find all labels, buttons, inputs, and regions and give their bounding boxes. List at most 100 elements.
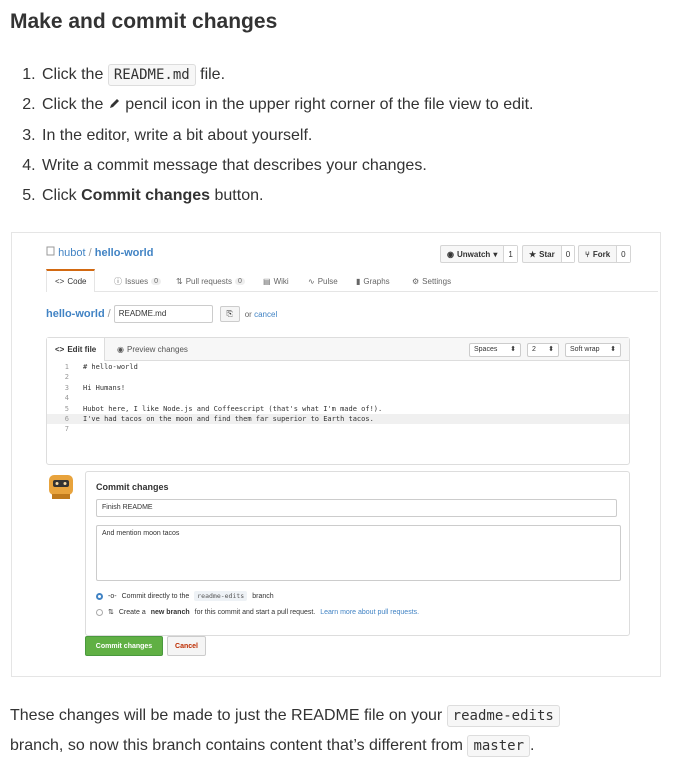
line-number: 6 xyxy=(64,414,69,423)
commit-directly-option[interactable]: -o- Commit directly to the readme-edits … xyxy=(96,591,274,601)
indent-size-select[interactable]: 2 ⬍ xyxy=(527,343,559,357)
tab-code-label: Code xyxy=(67,277,87,286)
tab-graphs[interactable]: ▮ Graphs xyxy=(356,271,390,291)
tutorial-document: Make and commit changes Click the README… xyxy=(0,0,689,779)
fork-count: 0 xyxy=(616,246,630,262)
code-icon: <> xyxy=(55,345,65,354)
code-line: 7 xyxy=(47,424,629,434)
readme-code: README.md xyxy=(107,64,196,86)
tab-code[interactable]: <> Code xyxy=(46,269,96,292)
footer-paragraph: These changes will be made to just the R… xyxy=(10,701,680,761)
opt1-text: Commit directly to the xyxy=(121,592,190,600)
editor-tabs: <> Edit file ◉ Preview changes Spaces ⬍ 2 ⬍ … xyxy=(47,338,629,361)
updown-icon: ⬍ xyxy=(548,346,554,353)
watch-count: 1 xyxy=(503,246,517,262)
line-number: 5 xyxy=(64,404,69,413)
breadcrumb-repo-link[interactable]: hello-world xyxy=(46,308,105,320)
updown-icon: ⬍ xyxy=(610,346,616,353)
issues-count: 0 xyxy=(151,277,162,285)
breadcrumb-separator: / xyxy=(107,308,111,320)
repo-name-link[interactable]: hello-world xyxy=(95,247,154,259)
clipboard-button[interactable]: ⎘ xyxy=(219,306,240,322)
master-code: master xyxy=(467,735,531,757)
fork-button[interactable]: ⑂ Fork 0 xyxy=(578,245,631,263)
step-1-text: Click the xyxy=(42,66,104,83)
code-line: 2 xyxy=(47,372,629,382)
footer-text-1: These changes will be made to just the R… xyxy=(10,707,443,724)
issue-icon: ⓘ xyxy=(114,276,122,286)
step-5-suffix: button. xyxy=(214,187,264,204)
indent-mode-select[interactable]: Spaces ⬍ xyxy=(469,343,521,357)
line-number: 7 xyxy=(64,425,69,434)
commit-description-textarea[interactable]: And mention moon tacos xyxy=(96,525,621,581)
learn-more-link[interactable]: Learn more about pull requests. xyxy=(320,609,419,616)
tab-edit-label: Edit file xyxy=(67,345,97,354)
line-number: 1 xyxy=(64,363,69,371)
radio-unselected[interactable] xyxy=(96,608,103,616)
radio-selected[interactable] xyxy=(96,592,103,600)
repo-separator: / xyxy=(88,247,92,259)
commit-changes-bold: Commit changes xyxy=(81,187,211,204)
caret-down-icon: ▾ xyxy=(493,249,498,259)
filename-input[interactable]: README.md xyxy=(113,305,213,323)
line-number: 4 xyxy=(64,394,69,403)
fork-label: Fork xyxy=(592,249,611,259)
tab-graphs-label: Graphs xyxy=(363,276,390,286)
tab-wiki[interactable]: ▤ Wiki xyxy=(263,271,289,291)
step-2-suffix: pencil icon in the upper right corner of… xyxy=(125,96,534,113)
indent-mode-value: Spaces xyxy=(474,346,498,353)
section-heading: Make and commit changes xyxy=(10,10,278,33)
updown-icon: ⬍ xyxy=(510,346,516,353)
step-4: Write a commit message that describes yo… xyxy=(40,151,534,181)
opt1-suffix: branch xyxy=(252,592,274,600)
unwatch-button[interactable]: ◉ Unwatch ▾ 1 xyxy=(440,245,518,263)
cancel-button[interactable]: Cancel xyxy=(167,636,206,656)
tab-wiki-label: Wiki xyxy=(273,276,289,286)
line-number: 3 xyxy=(64,383,69,392)
steps-list: Click the README.md file. Click the penc… xyxy=(10,60,534,211)
repo-header: hubot / hello-world xyxy=(46,246,153,259)
new-branch-option[interactable]: ⇅ Create a new branch for this commit an… xyxy=(96,608,419,616)
commit-changes-button[interactable]: Commit changes xyxy=(85,636,163,656)
repo-book-icon xyxy=(46,246,58,259)
step-3: In the editor, write a bit about yoursel… xyxy=(40,121,534,151)
pulls-count: 0 xyxy=(234,277,245,285)
commit-form: Commit changes Finish README And mention… xyxy=(85,471,630,636)
footer-period: . xyxy=(530,737,535,754)
eye-icon: ◉ xyxy=(117,344,124,354)
tab-pull-requests[interactable]: ⇅ Pull requests 0 xyxy=(176,271,245,291)
file-path-bar: hello-world / README.md ⎘ or cancel xyxy=(46,305,277,323)
step-5: Click Commit changes button. xyxy=(40,181,534,211)
tab-pulse-label: Pulse xyxy=(317,276,338,286)
tab-edit-file[interactable]: <> Edit file xyxy=(47,338,106,361)
wiki-icon: ▤ xyxy=(263,276,271,286)
tab-issues[interactable]: ⓘ Issues 0 xyxy=(114,271,162,291)
opt2-bold: new branch xyxy=(150,608,190,616)
cancel-link[interactable]: cancel xyxy=(254,310,277,319)
code-line: 3 Hi Humans! xyxy=(47,383,629,393)
step-1: Click the README.md file. xyxy=(40,60,534,90)
hubot-avatar xyxy=(46,471,76,501)
tab-preview-changes[interactable]: ◉ Preview changes xyxy=(117,338,188,360)
opt2-text: Create a xyxy=(118,608,146,616)
line-text: I've had tacos on the moon and find them… xyxy=(83,414,374,423)
tab-pulls-label: Pull requests xyxy=(185,276,232,286)
or-text: or xyxy=(244,309,252,319)
line-text: # hello-world xyxy=(83,363,138,371)
github-editor-view: hubot / hello-world ◉ Unwatch ▾ 1 ★ Star 0 … xyxy=(12,233,660,676)
repo-owner-link[interactable]: hubot xyxy=(58,247,86,259)
commit-message-input[interactable]: Finish README xyxy=(96,499,617,517)
star-button[interactable]: ★ Star 0 xyxy=(522,245,576,263)
line-text: Hi Humans! xyxy=(83,383,126,392)
code-line-active: 6 I've had tacos on the moon and find the… xyxy=(47,413,629,425)
clipboard-icon: ⎘ xyxy=(226,309,233,318)
line-number: 2 xyxy=(64,373,69,382)
code-area[interactable]: 1 # hello-world 2 3 Hi Humans! 4 5 Hubot he… xyxy=(47,362,629,435)
or-cancel-text: or cancel xyxy=(245,310,277,319)
tab-pulse[interactable]: ∿ Pulse xyxy=(308,271,338,291)
wrap-mode-select[interactable]: Soft wrap ⬍ xyxy=(565,343,621,357)
tab-settings[interactable]: ⚙ Settings xyxy=(412,271,451,291)
file-editor: <> Edit file ◉ Preview changes Spaces ⬍ 2 ⬍ … xyxy=(46,337,630,465)
repo-nav-tabs: <> Code ⓘ Issues 0 ⇅ Pull requests 0 ▤ Wiki ∿ P… xyxy=(46,269,658,292)
tab-settings-label: Settings xyxy=(422,276,452,286)
